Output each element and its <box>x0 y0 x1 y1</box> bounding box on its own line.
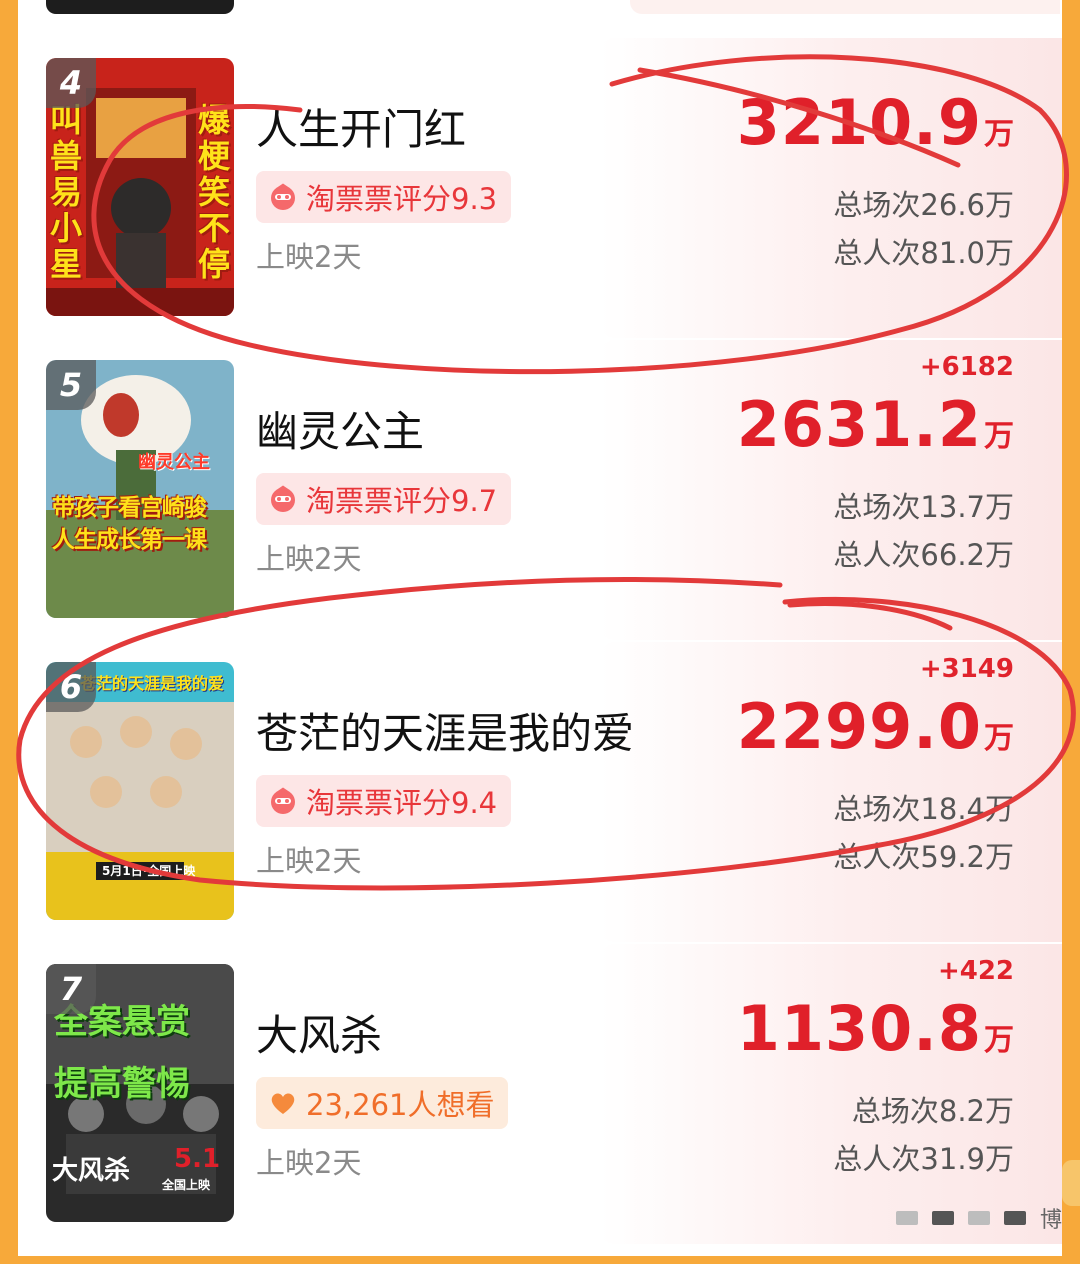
watermark-block <box>1003 1211 1026 1225</box>
box-office: 2631.2万 <box>737 388 1014 461</box>
box-office-value: 2299.0 <box>736 690 982 763</box>
movie-poster[interactable]: 幽灵公主 带孩子看宫崎骏 人生成长第一课 5 <box>46 360 234 618</box>
taopiaopiao-icon <box>271 183 295 210</box>
box-office-delta: +422 <box>937 956 1014 986</box>
days-released: 上映2天 <box>256 844 362 878</box>
rank-badge: 7 <box>46 964 96 1014</box>
total-admissions: 总人次81.0万 <box>833 236 1014 270</box>
scroll-handle[interactable] <box>1062 1160 1080 1206</box>
movie-card-5[interactable]: 幽灵公主 带孩子看宫崎骏 人生成长第一课 5 +6182 幽灵公主 淘票票评分9… <box>0 340 1062 660</box>
rating-chip: 淘票票评分9.7 <box>256 473 512 525</box>
movie-title[interactable]: 幽灵公主 <box>256 398 424 459</box>
total-admissions: 总人次31.9万 <box>833 1142 1014 1176</box>
poster-caption-line2: 人生成长第一课 <box>52 527 207 553</box>
rank-badge: 6 <box>46 662 96 712</box>
movie-title[interactable]: 大风杀 <box>256 1002 382 1063</box>
box-office-value: 1130.8 <box>736 992 982 1065</box>
box-office-unit: 万 <box>984 1023 1014 1058</box>
poster-movie-name: 幽灵公主 <box>138 452 210 473</box>
taopiaopiao-icon <box>271 485 295 512</box>
days-released: 上映2天 <box>256 240 362 274</box>
days-released: 上映2天 <box>256 542 362 576</box>
movie-poster[interactable]: 苍茫的天涯是我的爱 5月1日·全国上映 6 <box>46 662 234 920</box>
poster-caption-right: 爆梗笑不停 <box>198 101 231 283</box>
taopiaopiao-icon <box>271 787 295 814</box>
movie-poster[interactable]: 全案悬赏 提高警惕 大风杀 5.1 全国上映 7 <box>46 964 234 1222</box>
box-office: 1130.8万 <box>737 992 1014 1065</box>
watermark-block <box>967 1211 990 1225</box>
poster-movie-name: 大风杀 <box>52 1156 131 1186</box>
watermark-block <box>895 1211 918 1225</box>
watermark-text: 博 <box>1039 1208 1062 1233</box>
heart-icon <box>271 1093 295 1114</box>
rank-badge: 4 <box>46 58 96 108</box>
want-to-see-chip: 23,261人想看 <box>256 1077 509 1129</box>
total-screenings: 总场次18.4万 <box>833 792 1014 826</box>
total-admissions: 总人次66.2万 <box>833 538 1014 572</box>
movie-card-4[interactable]: 叫兽易小星 爆梗笑不停 4 人生开门红 淘票票评分9.3 上映2天 3210.9… <box>0 38 1062 358</box>
total-screenings: 总场次13.7万 <box>833 490 1014 524</box>
box-office: 3210.9万 <box>737 86 1014 159</box>
rank-badge: 5 <box>46 360 96 410</box>
total-admissions: 总人次59.2万 <box>833 840 1014 874</box>
previous-poster-edge <box>46 0 234 14</box>
movie-title[interactable]: 苍茫的天涯是我的爱 <box>256 700 634 761</box>
box-office: 2299.0万 <box>737 690 1014 763</box>
box-office-value: 2631.2 <box>736 388 982 461</box>
box-office-delta: +6182 <box>919 352 1014 382</box>
watermark: 博 <box>895 1202 1062 1234</box>
poster-release-note: 全国上映 <box>162 1178 211 1192</box>
poster-release-date: 5月1日·全国上映 <box>102 864 196 878</box>
watermark-block <box>931 1211 954 1225</box>
days-released: 上映2天 <box>256 1146 362 1180</box>
total-screenings: 总场次26.6万 <box>833 188 1014 222</box>
rating-chip: 淘票票评分9.3 <box>256 171 512 223</box>
poster-caption-left: 叫兽易小星 <box>50 101 83 283</box>
total-screenings: 总场次8.2万 <box>851 1094 1014 1128</box>
movie-title[interactable]: 人生开门红 <box>256 96 466 157</box>
movie-card-6[interactable]: 苍茫的天涯是我的爱 5月1日·全国上映 6 +3149 苍茫的天涯是我的爱 淘票… <box>0 642 1062 962</box>
poster-release-date: 5.1 <box>174 1144 221 1174</box>
box-office-unit: 万 <box>984 419 1014 454</box>
box-office-value: 3210.9 <box>736 86 982 159</box>
box-office-unit: 万 <box>984 117 1014 152</box>
poster-movie-name: 苍茫的天涯是我的爱 <box>80 674 225 693</box>
previous-card-edge <box>630 0 1060 14</box>
rating-text: 淘票票评分9.3 <box>306 182 498 216</box>
poster-caption-line1: 带孩子看宫崎骏 <box>52 495 207 521</box>
movie-poster[interactable]: 叫兽易小星 爆梗笑不停 4 <box>46 58 234 316</box>
box-office-delta: +3149 <box>919 654 1014 684</box>
rating-text: 淘票票评分9.7 <box>306 484 498 518</box>
want-to-see-text: 23,261人想看 <box>306 1088 495 1122</box>
poster-caption-line2: 提高警惕 <box>54 1064 190 1104</box>
box-office-unit: 万 <box>984 721 1014 756</box>
rating-text: 淘票票评分9.4 <box>306 786 498 820</box>
rating-chip: 淘票票评分9.4 <box>256 775 512 827</box>
